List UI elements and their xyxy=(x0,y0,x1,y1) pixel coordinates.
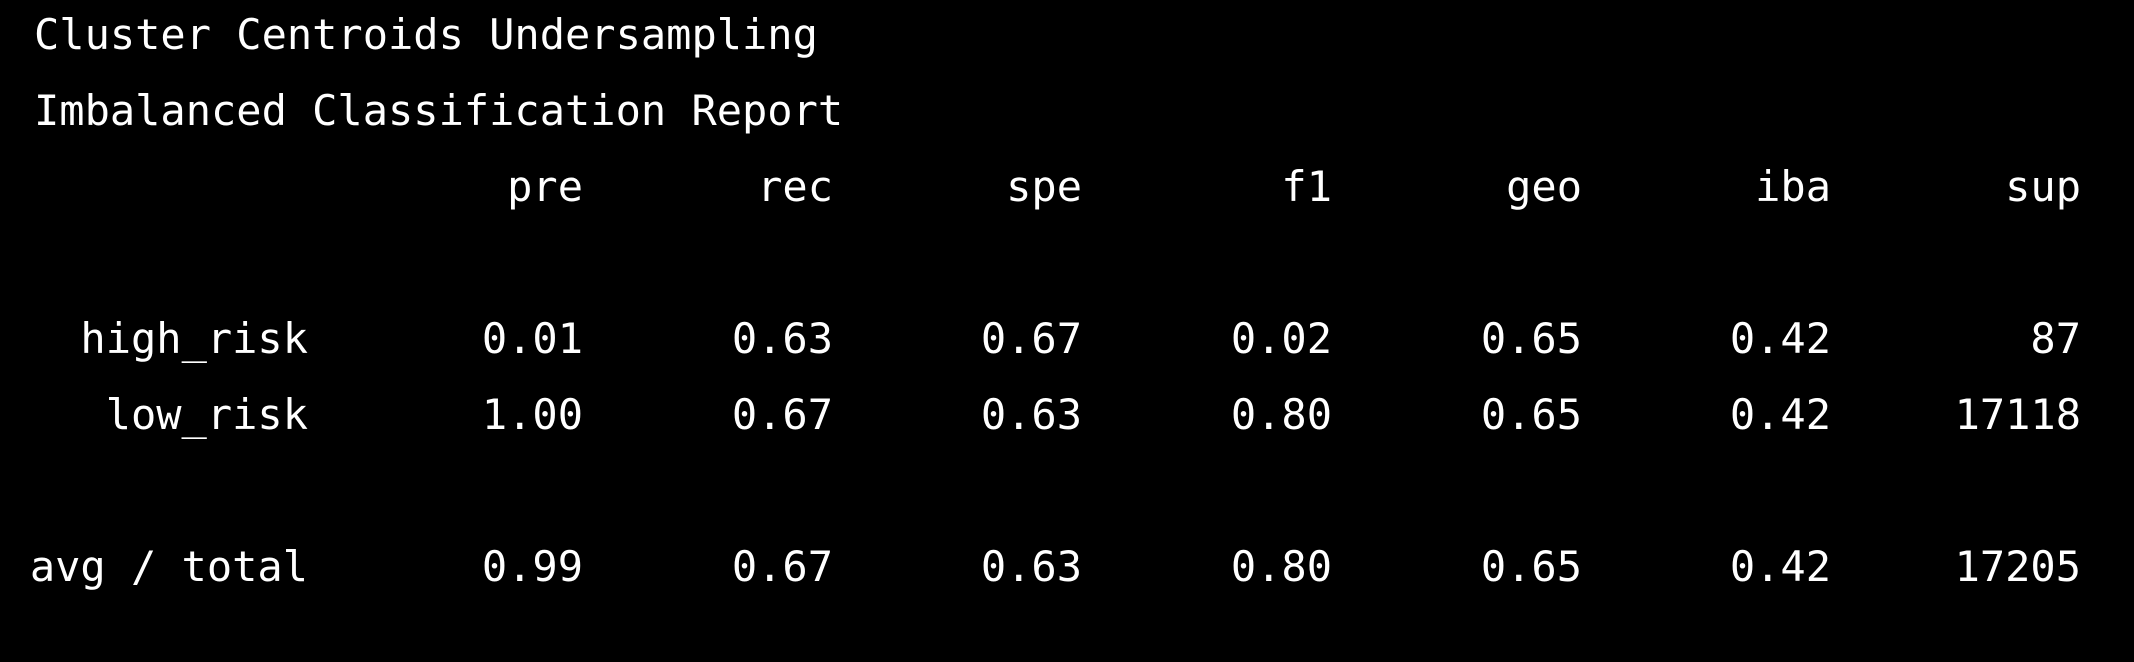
report-subtitle: Imbalanced Classification Report xyxy=(34,86,844,135)
cell-pre: 1.00 xyxy=(481,390,583,439)
cell-sup: 17118 xyxy=(1954,390,2081,439)
cell-spe: 0.67 xyxy=(980,314,1082,363)
cell-iba: 0.42 xyxy=(1729,542,1831,591)
cell-pre: 0.99 xyxy=(481,542,583,591)
column-header-iba: iba xyxy=(1755,162,1831,211)
cell-spe: 0.63 xyxy=(980,542,1082,591)
column-header-f1: f1 xyxy=(1281,162,1332,211)
table-header: pre rec spe f1 geo iba sup xyxy=(0,166,2134,216)
cell-f1: 0.80 xyxy=(1230,390,1332,439)
table-row: high_risk 0.01 0.63 0.67 0.02 0.65 0.42 … xyxy=(0,318,2134,368)
table-row: low_risk 1.00 0.67 0.63 0.80 0.65 0.42 1… xyxy=(0,394,2134,444)
cell-f1: 0.80 xyxy=(1230,542,1332,591)
column-header-sup: sup xyxy=(2005,162,2081,211)
cell-rec: 0.67 xyxy=(731,542,833,591)
report-title: Cluster Centroids Undersampling xyxy=(34,10,818,59)
cell-spe: 0.63 xyxy=(980,390,1082,439)
cell-geo: 0.65 xyxy=(1480,390,1582,439)
column-header-spe: spe xyxy=(1006,162,1082,211)
cell-iba: 0.42 xyxy=(1729,314,1831,363)
column-header-pre: pre xyxy=(507,162,583,211)
total-row-label: avg / total xyxy=(29,542,308,591)
cell-rec: 0.63 xyxy=(731,314,833,363)
cell-iba: 0.42 xyxy=(1729,390,1831,439)
cell-pre: 0.01 xyxy=(481,314,583,363)
column-header-geo: geo xyxy=(1506,162,1582,211)
cell-f1: 0.02 xyxy=(1230,314,1332,363)
cell-rec: 0.67 xyxy=(731,390,833,439)
row-label: low_risk xyxy=(105,390,308,439)
cell-geo: 0.65 xyxy=(1480,314,1582,363)
row-label: high_risk xyxy=(80,314,308,363)
column-header-rec: rec xyxy=(757,162,833,211)
cell-sup: 17205 xyxy=(1954,542,2081,591)
cell-geo: 0.65 xyxy=(1480,542,1582,591)
cell-sup: 87 xyxy=(2030,314,2081,363)
table-total-row: avg / total 0.99 0.67 0.63 0.80 0.65 0.4… xyxy=(0,546,2134,596)
